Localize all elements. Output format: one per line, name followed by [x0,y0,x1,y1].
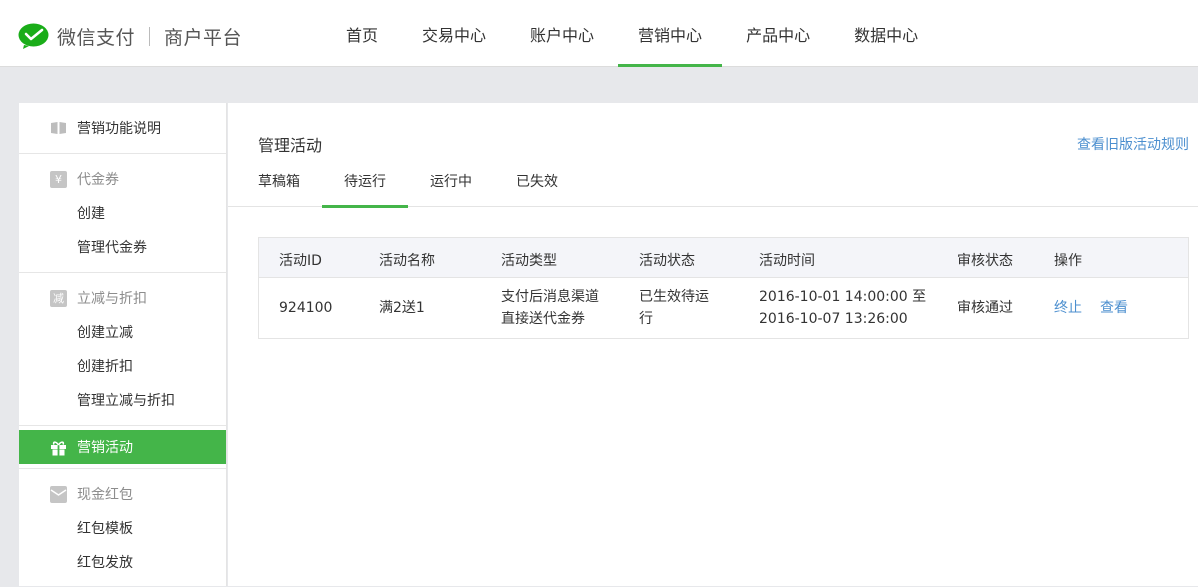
sidebar-item-campaign[interactable]: 营销活动 [19,430,226,464]
cell-type-line1: 支付后消息渠道 [501,289,599,305]
logo[interactable]: 微信支付 商户平台 [18,22,242,50]
sidebar-item-create-discount[interactable]: 创建折扣 [19,349,226,383]
campaign-table: 活动ID 活动名称 活动类型 活动状态 活动时间 审核状态 操作 924100 … [258,237,1189,339]
main-panel: 管理活动 查看旧版活动规则 草稿箱 待运行 运行中 已失效 活动ID 活动名称 … [228,103,1198,586]
column-header-type: 活动类型 [501,253,557,269]
main-nav: 首页 交易中心 账户中心 营销中心 产品中心 数据中心 [326,0,942,67]
sidebar-section-redpacket: 现金红包 [19,477,226,511]
sidebar-group-redpacket: 现金红包 红包模板 红包发放 [19,469,226,587]
page-title: 管理活动 [258,136,323,155]
stop-button[interactable]: 终止 [1054,297,1082,319]
sidebar-item-manage-voucher[interactable]: 管理代金券 [19,230,226,264]
gift-icon [50,439,67,456]
sidebar-section-label: 代金券 [77,172,119,188]
sidebar-item-manage-discount[interactable]: 管理立减与折扣 [19,383,226,417]
old-rules-link[interactable]: 查看旧版活动规则 [1077,134,1189,154]
sidebar-item-redpacket-send[interactable]: 红包发放 [19,545,226,579]
nav-transaction[interactable]: 交易中心 [402,0,506,67]
redpacket-icon [50,485,67,503]
cell-type: 支付后消息渠道 直接送代金券 [501,286,599,330]
sidebar: 营销功能说明 ¥ 代金券 创建 管理代金券 减 立减与折扣 创建立减 创建折扣 … [19,103,227,586]
sidebar-item-create-voucher[interactable]: 创建 [19,196,226,230]
cell-id: 924100 [279,300,333,316]
platform-name: 商户平台 [164,26,243,49]
column-header-time: 活动时间 [759,253,815,269]
tab-drafts[interactable]: 草稿箱 [258,171,300,207]
column-header-id: 活动ID [279,253,322,269]
sidebar-item-label: 营销功能说明 [77,121,161,137]
column-header-review: 审核状态 [957,253,1013,269]
cell-time: 2016-10-01 14:00:00 至 2016-10-07 13:26:0… [759,286,926,330]
cell-type-line2: 直接送代金券 [501,311,585,327]
sidebar-item-redpacket-template[interactable]: 红包模板 [19,511,226,545]
nav-home[interactable]: 首页 [326,0,398,67]
cell-time-end: 2016-10-07 13:26:00 [759,311,908,327]
cell-name: 满2送1 [379,300,425,316]
nav-account[interactable]: 账户中心 [510,0,614,67]
column-header-actions: 操作 [1054,253,1082,269]
cell-status-line1: 已生效待运 [639,289,709,305]
sidebar-item-label: 营销活动 [77,440,133,456]
tab-expired[interactable]: 已失效 [516,171,558,207]
column-header-name: 活动名称 [379,253,435,269]
table-header: 活动ID 活动名称 活动类型 活动状态 活动时间 审核状态 操作 [259,238,1188,278]
voucher-icon: ¥ [50,170,67,188]
sidebar-item-create-reduction[interactable]: 创建立减 [19,315,226,349]
nav-marketing[interactable]: 营销中心 [618,0,723,67]
sidebar-group-campaign: 营销活动 [19,426,226,469]
sidebar-item-intro[interactable]: 营销功能说明 [19,111,226,145]
wechat-pay-logo-icon [18,23,49,49]
cell-status-line2: 行 [639,311,653,327]
logo-divider [149,26,151,46]
sidebar-section-label: 立减与折扣 [77,291,147,307]
sidebar-group-discount: 减 立减与折扣 创建立减 创建折扣 管理立减与折扣 [19,273,226,426]
cell-review-status: 审核通过 [957,300,1013,316]
cell-time-start: 2016-10-01 14:00:00 至 [759,289,927,305]
table-row: 924100 满2送1 支付后消息渠道 直接送代金券 已生效待运 行 2016-… [259,278,1188,338]
sidebar-group-intro: 营销功能说明 [19,103,226,154]
nav-data[interactable]: 数据中心 [834,0,938,67]
status-tabs: 草稿箱 待运行 运行中 已失效 [228,171,1198,208]
sidebar-section-label: 现金红包 [77,487,133,503]
brand-name: 微信支付 [57,26,136,49]
discount-icon: 减 [50,289,67,307]
tab-running[interactable]: 运行中 [430,171,472,207]
sidebar-group-voucher: ¥ 代金券 创建 管理代金券 [19,154,226,273]
sidebar-section-discount: 减 立减与折扣 [19,281,226,315]
view-button[interactable]: 查看 [1100,297,1128,319]
top-bar: 微信支付 商户平台 首页 交易中心 账户中心 营销中心 产品中心 数据中心 [0,0,1198,67]
sidebar-section-voucher: ¥ 代金券 [19,162,226,196]
cell-status: 已生效待运 行 [639,286,709,330]
tab-pending[interactable]: 待运行 [322,171,408,208]
nav-product[interactable]: 产品中心 [726,0,830,67]
column-header-status: 活动状态 [639,253,695,269]
book-icon [50,120,67,137]
